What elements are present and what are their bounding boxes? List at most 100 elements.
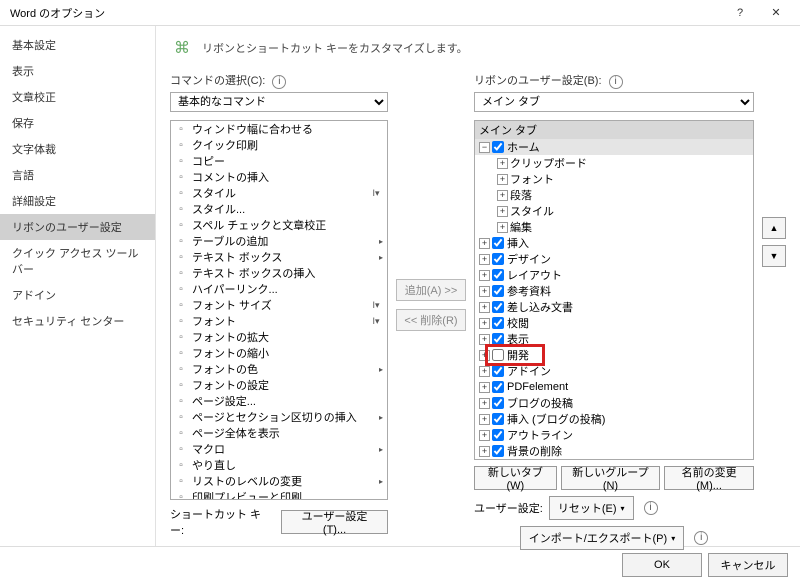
sidebar-item[interactable]: 詳細設定 <box>0 188 155 214</box>
command-item[interactable]: ▫フォントの色▸ <box>171 361 387 377</box>
tree-checkbox[interactable] <box>492 445 504 457</box>
command-item[interactable]: ▫フォント サイズI▾ <box>171 297 387 313</box>
tree-node[interactable]: +参考資料 <box>475 283 753 299</box>
command-item[interactable]: ▫コピー <box>171 153 387 169</box>
command-item[interactable]: ▫マクロ▸ <box>171 441 387 457</box>
expand-icon[interactable]: + <box>479 366 490 377</box>
expand-icon[interactable]: + <box>497 222 508 233</box>
tree-node[interactable]: +挿入 <box>475 235 753 251</box>
rename-button[interactable]: 名前の変更(M)... <box>664 466 754 490</box>
command-item[interactable]: ▫テーブルの追加▸ <box>171 233 387 249</box>
expand-icon[interactable]: + <box>497 158 508 169</box>
add-button[interactable]: 追加(A) >> <box>396 279 466 301</box>
expand-icon[interactable]: + <box>479 350 490 361</box>
sidebar-item[interactable]: 文章校正 <box>0 84 155 110</box>
expand-icon[interactable]: + <box>497 206 508 217</box>
command-item[interactable]: ▫リストのレベルの変更▸ <box>171 473 387 489</box>
command-item[interactable]: ▫ハイパーリンク... <box>171 281 387 297</box>
tree-node[interactable]: +校閲 <box>475 315 753 331</box>
collapse-icon[interactable]: − <box>479 142 490 153</box>
tree-node[interactable]: +PDFelement <box>475 379 753 395</box>
command-item[interactable]: ▫スタイルI▾ <box>171 185 387 201</box>
tree-checkbox[interactable] <box>492 349 504 361</box>
sidebar-item[interactable]: 文字体裁 <box>0 136 155 162</box>
tree-checkbox[interactable] <box>492 413 504 425</box>
command-item[interactable]: ▫ページ全体を表示 <box>171 425 387 441</box>
tree-node[interactable]: +クリップボード <box>475 155 753 171</box>
tree-checkbox[interactable] <box>492 317 504 329</box>
command-item[interactable]: ▫スペル チェックと文章校正 <box>171 217 387 233</box>
expand-icon[interactable]: + <box>479 430 490 441</box>
command-item[interactable]: ▫フォントの拡大 <box>171 329 387 345</box>
sidebar-item[interactable]: 保存 <box>0 110 155 136</box>
tree-node[interactable]: +挿入 (ブログの投稿) <box>475 411 753 427</box>
move-down-button[interactable]: ▼ <box>762 245 786 267</box>
customize-shortcuts-button[interactable]: ユーザー設定(T)... <box>281 510 388 534</box>
new-tab-button[interactable]: 新しいタブ(W) <box>474 466 557 490</box>
tree-node[interactable]: +開発 <box>475 347 753 363</box>
tree-node[interactable]: +表示 <box>475 331 753 347</box>
sidebar-item[interactable]: アドイン <box>0 282 155 308</box>
tree-checkbox[interactable] <box>492 381 504 393</box>
expand-icon[interactable]: + <box>479 270 490 281</box>
expand-icon[interactable]: + <box>497 174 508 185</box>
help-button[interactable]: ? <box>722 2 758 24</box>
sidebar-item[interactable]: 言語 <box>0 162 155 188</box>
command-item[interactable]: ▫印刷プレビューと印刷 <box>171 489 387 500</box>
command-item[interactable]: ▫フォントの設定 <box>171 377 387 393</box>
tree-node[interactable]: +ブログの投稿 <box>475 395 753 411</box>
sidebar-item[interactable]: 基本設定 <box>0 32 155 58</box>
command-item[interactable]: ▫テキスト ボックス▸ <box>171 249 387 265</box>
command-item[interactable]: ▫クイック印刷 <box>171 137 387 153</box>
tree-node[interactable]: +フォント <box>475 171 753 187</box>
tree-checkbox[interactable] <box>492 269 504 281</box>
command-item[interactable]: ▫やり直し <box>171 457 387 473</box>
tree-checkbox[interactable] <box>492 141 504 153</box>
tree-node[interactable]: +差し込み文書 <box>475 299 753 315</box>
tree-checkbox[interactable] <box>492 397 504 409</box>
expand-icon[interactable]: + <box>479 318 490 329</box>
move-up-button[interactable]: ▲ <box>762 217 786 239</box>
commands-listbox[interactable]: ▫ウィンドウ幅に合わせる▫クイック印刷▫コピー▫コメントの挿入▫スタイルI▾ ▫ス… <box>170 120 388 500</box>
expand-icon[interactable]: + <box>479 414 490 425</box>
tree-checkbox[interactable] <box>492 237 504 249</box>
tree-node[interactable]: +デザイン <box>475 251 753 267</box>
sidebar-item[interactable]: クイック アクセス ツール バー <box>0 240 155 282</box>
command-item[interactable]: ▫コメントの挿入 <box>171 169 387 185</box>
tree-node[interactable]: +背景の削除 <box>475 443 753 459</box>
tree-node[interactable]: +スタイル <box>475 203 753 219</box>
sidebar-item[interactable]: リボンのユーザー設定 <box>0 214 155 240</box>
remove-button[interactable]: << 削除(R) <box>396 309 466 331</box>
expand-icon[interactable]: + <box>479 238 490 249</box>
ok-button[interactable]: OK <box>622 553 702 577</box>
tree-node[interactable]: −ホーム <box>475 139 753 155</box>
tree-node[interactable]: +段落 <box>475 187 753 203</box>
cancel-button[interactable]: キャンセル <box>708 553 788 577</box>
expand-icon[interactable]: + <box>479 334 490 345</box>
help-icon[interactable]: i <box>694 531 708 545</box>
tree-checkbox[interactable] <box>492 301 504 313</box>
import-export-button[interactable]: インポート/エクスポート(P) <box>520 526 684 550</box>
command-item[interactable]: ▫ウィンドウ幅に合わせる <box>171 121 387 137</box>
expand-icon[interactable]: + <box>479 254 490 265</box>
tree-node[interactable]: +編集 <box>475 219 753 235</box>
command-item[interactable]: ▫テキスト ボックスの挿入 <box>171 265 387 281</box>
tree-checkbox[interactable] <box>492 285 504 297</box>
tree-node[interactable]: +レイアウト <box>475 267 753 283</box>
help-icon[interactable]: i <box>609 75 623 89</box>
tree-node[interactable]: +アウトライン <box>475 427 753 443</box>
expand-icon[interactable]: + <box>479 382 490 393</box>
ribbon-tree[interactable]: メイン タブ −ホーム+クリップボード+フォント+段落+スタイル+編集+挿入+デ… <box>474 120 754 460</box>
help-icon[interactable]: i <box>644 501 658 515</box>
expand-icon[interactable]: + <box>479 398 490 409</box>
tree-checkbox[interactable] <box>492 333 504 345</box>
expand-icon[interactable]: + <box>479 302 490 313</box>
help-icon[interactable]: i <box>272 75 286 89</box>
command-item[interactable]: ▫ページ設定... <box>171 393 387 409</box>
new-group-button[interactable]: 新しいグループ(N) <box>561 466 661 490</box>
tree-checkbox[interactable] <box>492 253 504 265</box>
sidebar-item[interactable]: 表示 <box>0 58 155 84</box>
command-item[interactable]: ▫フォントの縮小 <box>171 345 387 361</box>
expand-icon[interactable]: + <box>479 446 490 457</box>
expand-icon[interactable]: + <box>479 286 490 297</box>
